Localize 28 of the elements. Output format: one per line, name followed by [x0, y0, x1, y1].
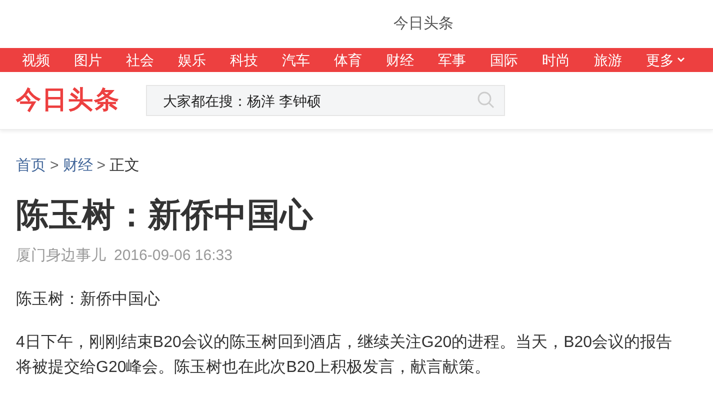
- breadcrumb-link[interactable]: 首页: [16, 155, 46, 178]
- article-paragraph: 陈玉树：新侨中国心: [16, 290, 161, 310]
- site-title: 今日头条: [394, 14, 454, 34]
- article-paragraph: 4日下午，刚刚结束B20会议的陈玉树回到酒店，继续关注G20的进程。当天，B20会议的报告将被提交给G20峰会。陈玉树也在此次B20上积极发言，献言献策。: [16, 332, 674, 378]
- search-field[interactable]: 大家都在搜：杨洋 李钟硕: [146, 85, 505, 116]
- breadcrumb-link[interactable]: 财经: [62, 155, 93, 178]
- nav-link[interactable]: 视频: [22, 48, 50, 72]
- search-icon[interactable]: [477, 91, 495, 109]
- nav-link[interactable]: 社会: [126, 48, 154, 72]
- nav-link[interactable]: 体育: [334, 48, 362, 72]
- nav-link[interactable]: 旅游: [594, 48, 622, 72]
- more-menu[interactable]: 更多: [646, 48, 685, 72]
- nav-link[interactable]: 军事: [438, 48, 466, 72]
- nav-link[interactable]: 科技: [230, 48, 258, 72]
- breadcrumb-current: 正文: [110, 156, 140, 176]
- nav-link[interactable]: 汽车: [282, 48, 310, 72]
- breadcrumb-separator: >: [96, 156, 106, 176]
- nav-link[interactable]: 时尚: [542, 48, 570, 72]
- breadcrumb-separator: >: [50, 156, 59, 176]
- chevron-down-icon: [677, 57, 685, 63]
- nav-link[interactable]: 图片: [74, 48, 102, 72]
- nav-link[interactable]: 国际: [490, 48, 518, 72]
- nav-link[interactable]: 娱乐: [178, 48, 206, 72]
- article-title: 陈玉树：新侨中国心: [16, 194, 314, 234]
- nav-link[interactable]: 财经: [386, 48, 414, 72]
- logo[interactable]: 今日头条: [16, 82, 146, 120]
- article-source[interactable]: 厦门身边事儿: [16, 244, 106, 267]
- article-time: 2016-09-06 16:33: [114, 246, 232, 266]
